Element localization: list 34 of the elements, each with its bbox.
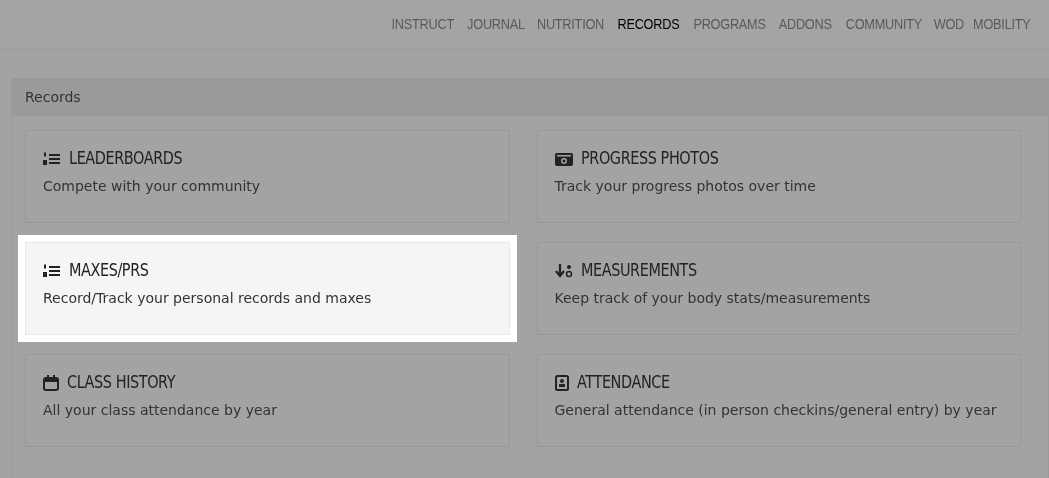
nav-link[interactable]: PROGRAMS — [693, 13, 767, 36]
feature-card[interactable]: MAXES/PRS Record/Track your personal records and maxes — [25, 242, 510, 335]
numbered-list-icon — [43, 152, 61, 166]
feature-card[interactable]: MEASUREMENTS Keep track of your body stats/measurements — [536, 242, 1021, 335]
card-title: ATTENDANCE — [576, 371, 670, 395]
nav-link[interactable]: RECORDS — [617, 13, 680, 36]
card-description: General attendance (in person checkins/general entry) by year — [554, 401, 998, 420]
feature-card[interactable]: LEADERBOARDS Compete with your community — [25, 130, 510, 223]
card-description: Keep track of your body stats/measurements — [554, 289, 872, 308]
card-title: MAXES/PRS — [69, 259, 149, 283]
sort-icon — [554, 264, 573, 278]
feature-card[interactable]: PROGRESS PHOTOS Track your progress photos over time — [536, 130, 1021, 223]
card-title: MEASUREMENTS — [580, 259, 697, 283]
nav-link[interactable]: COMMUNITY — [845, 13, 922, 36]
card-description: Track your progress photos over time — [554, 177, 817, 196]
nav-link[interactable]: MOBILITY — [973, 13, 1031, 36]
calendar-icon — [43, 375, 59, 391]
feature-card[interactable]: ATTENDANCE General attendance (in person checkins/general entry) by year — [536, 354, 1021, 447]
nav-link[interactable]: NUTRITION — [537, 13, 605, 36]
numbered-list-icon — [43, 264, 61, 278]
camera-icon — [554, 152, 573, 166]
feature-card[interactable]: CLASS HISTORY All your class attendance by year — [25, 354, 510, 447]
card-description: Record/Track your personal records and maxes — [43, 289, 373, 308]
panel-title: Records — [25, 88, 81, 107]
card-title: CLASS HISTORY — [67, 371, 176, 395]
card-title: LEADERBOARDS — [69, 147, 183, 171]
id-badge-icon — [554, 375, 569, 391]
card-description: All your class attendance by year — [43, 401, 278, 420]
nav-link[interactable]: JOURNAL — [466, 13, 525, 36]
card-title: PROGRESS PHOTOS — [580, 147, 718, 171]
nav-link[interactable]: WOD — [933, 13, 964, 36]
nav-link[interactable]: ADDONS — [779, 13, 833, 36]
nav-link[interactable]: INSTRUCT — [391, 13, 454, 36]
card-description: Compete with your community — [43, 177, 262, 196]
